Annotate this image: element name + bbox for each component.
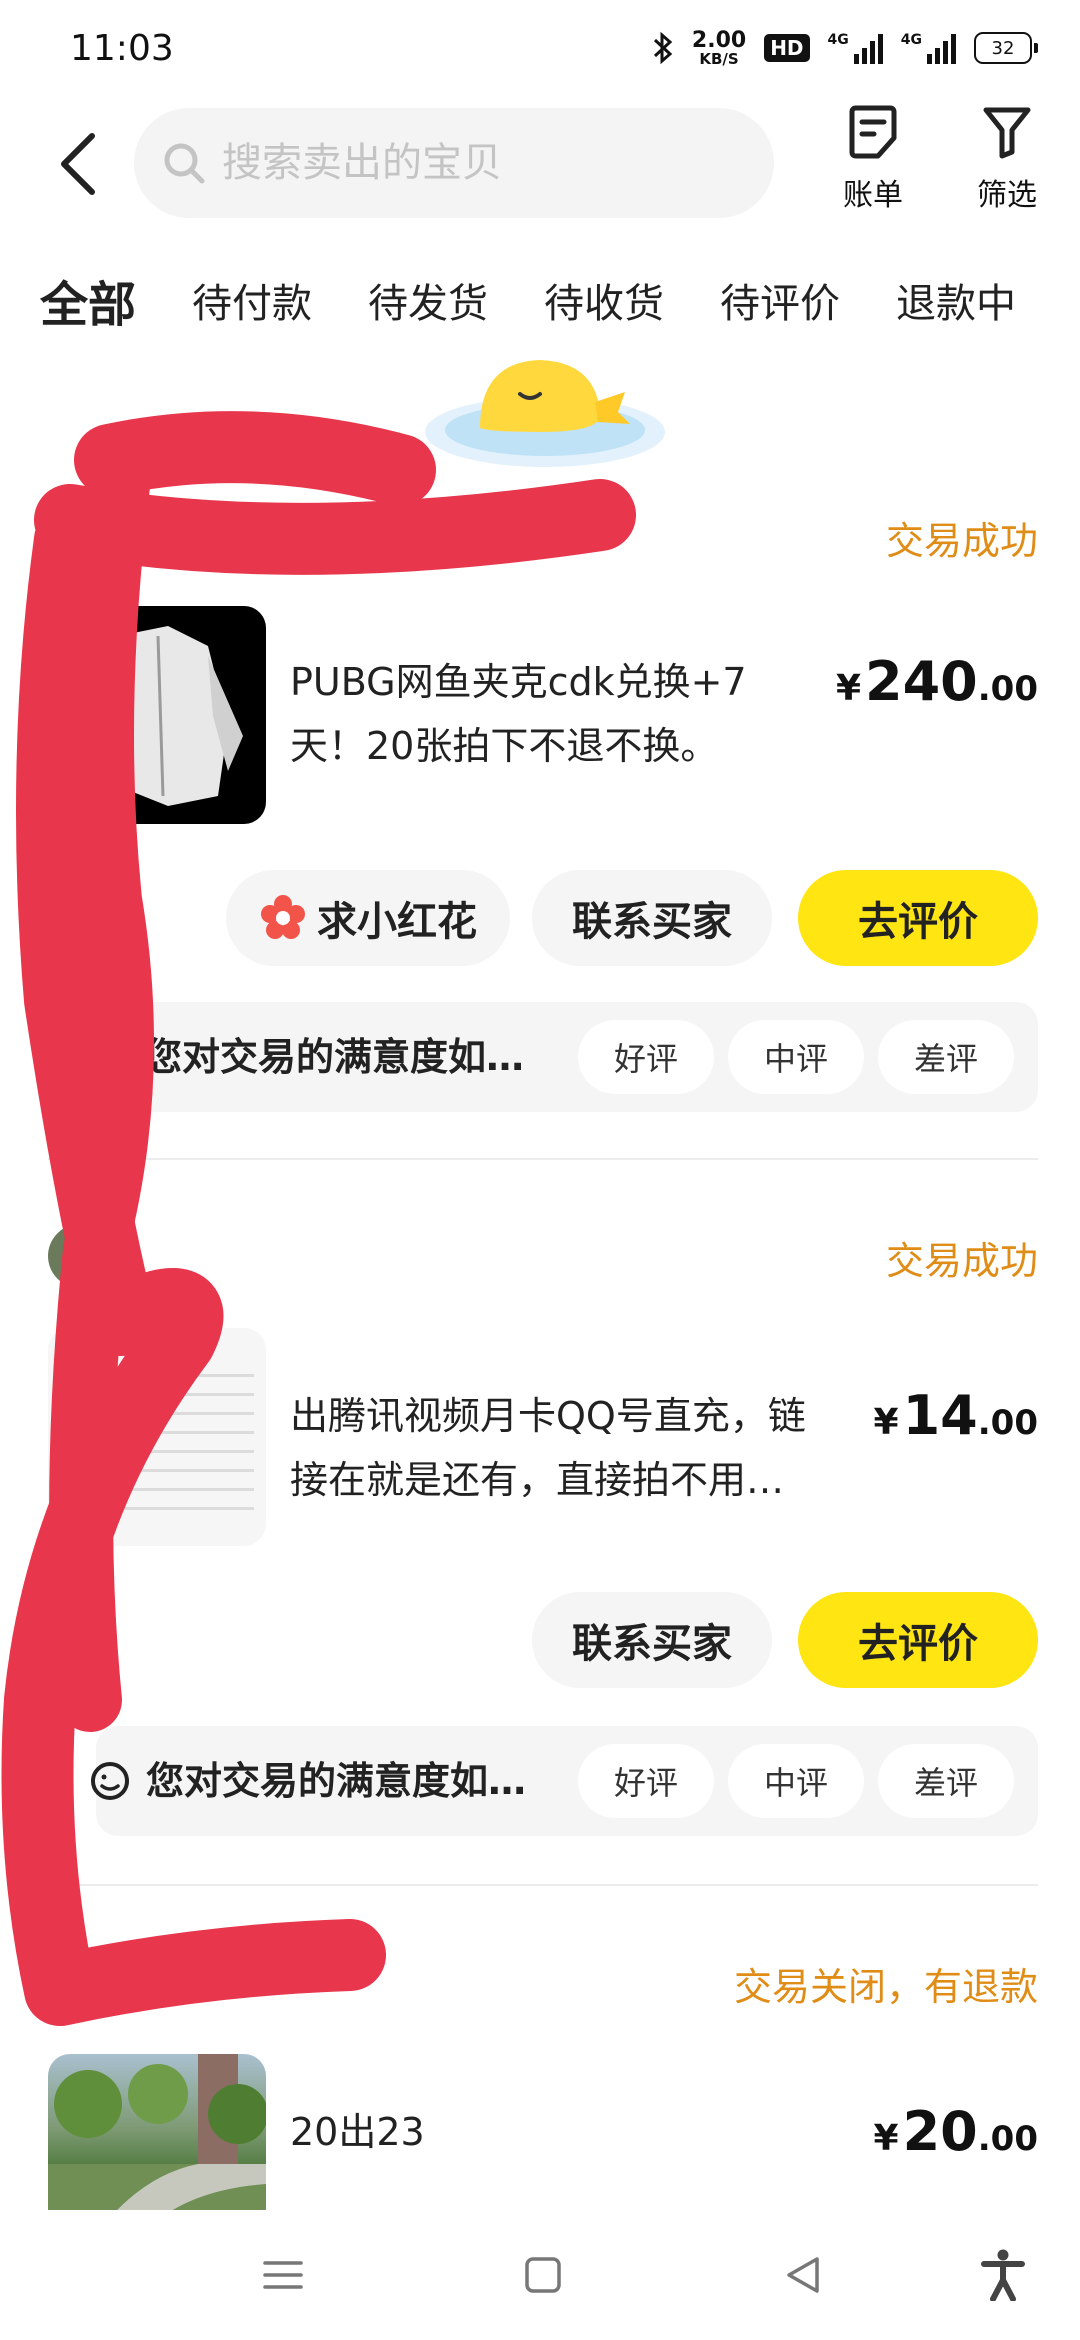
review-label: 去评价 xyxy=(858,899,978,945)
order-tabs: 全部 待付款 待发货 待收货 待评价 退款中 xyxy=(0,250,1080,350)
search-icon xyxy=(164,143,205,184)
product-price: ¥ 20 .00 xyxy=(874,2100,1038,2163)
buyer-avatar[interactable] xyxy=(48,1224,112,1288)
product-price: ¥ 240 .00 xyxy=(836,650,1038,713)
battery-icon: 32 xyxy=(974,32,1038,64)
rate-bad-button[interactable]: 差评 xyxy=(878,1744,1014,1818)
contact-buyer-label: 联系买家 xyxy=(572,899,732,945)
review-label: 去评价 xyxy=(858,1621,978,1667)
ask-flower-button[interactable]: 求小红花 xyxy=(226,870,510,966)
search-input[interactable] xyxy=(222,140,722,186)
sim2-signal-icon: 4G xyxy=(901,32,956,64)
rate-good-button[interactable]: 好评 xyxy=(578,1020,714,1094)
filter-icon xyxy=(983,107,1031,159)
tab-refunding[interactable]: 退款中 xyxy=(896,271,1016,329)
tab-pending-shipment[interactable]: 待发货 xyxy=(368,271,488,329)
price-currency: ¥ xyxy=(873,2118,899,2159)
rate-bad-label: 差评 xyxy=(913,1764,978,1802)
divider xyxy=(48,1158,1038,1160)
status-icons: 2.00 KB/S HD 4G 4G 32 xyxy=(652,27,1038,68)
bluetooth-icon xyxy=(653,31,673,65)
tab-pending-review[interactable]: 待评价 xyxy=(720,271,840,329)
price-currency: ¥ xyxy=(873,1402,899,1443)
divider xyxy=(48,1884,1038,1886)
product-image[interactable] xyxy=(48,2054,266,2220)
price-decimal: .00 xyxy=(977,2119,1038,2159)
tab-all[interactable]: 全部 xyxy=(35,265,141,335)
sim1-label: 4G xyxy=(827,32,849,48)
nav-home-button[interactable] xyxy=(508,2240,578,2310)
net-speed-unit: KB/S xyxy=(699,49,739,68)
status-bar: 11:03 2.00 KB/S HD 4G 4G 32 xyxy=(0,0,1080,96)
order-status: 交易成功 xyxy=(885,519,1038,563)
rate-good-label: 好评 xyxy=(613,1040,678,1078)
nav-menu-button[interactable] xyxy=(248,2240,318,2310)
status-time: 11:03 xyxy=(70,27,174,69)
satisfaction-question: 您对交易的满意度如… xyxy=(144,1035,525,1079)
rate-good-label: 好评 xyxy=(613,1764,678,1802)
chevron-left-icon xyxy=(61,133,95,195)
accessibility-icon xyxy=(981,2249,1025,2301)
back-button[interactable] xyxy=(50,128,106,200)
rate-bad-label: 差评 xyxy=(913,1040,978,1078)
product-price: ¥ 14 .00 xyxy=(874,1384,1038,1447)
park-image xyxy=(48,2054,266,2220)
review-button[interactable]: 去评价 xyxy=(798,1592,1038,1688)
filter-button[interactable]: 筛选 xyxy=(962,104,1052,214)
order-status: 交易成功 xyxy=(885,1239,1038,1283)
satisfaction-bar: 您对交易的满意度如… 好评 中评 差评 xyxy=(91,1726,1038,1836)
triangle-back-icon xyxy=(787,2257,819,2293)
tab-pending-payment[interactable]: 待付款 xyxy=(192,271,312,329)
rate-neutral-button[interactable]: 中评 xyxy=(728,1744,864,1818)
menu-icon xyxy=(263,2261,303,2289)
rate-neutral-button[interactable]: 中评 xyxy=(728,1020,864,1094)
battery-level: 32 xyxy=(991,37,1015,59)
flower-icon xyxy=(261,895,305,939)
rate-neutral-label: 中评 xyxy=(763,1764,828,1802)
contact-buyer-button[interactable]: 联系买家 xyxy=(532,870,772,966)
contact-buyer-button[interactable]: 联系买家 xyxy=(532,1592,772,1688)
product-title[interactable]: 20出23 xyxy=(290,2100,810,2164)
order-card[interactable]: 交易关闭，有退款 20出23 ¥ 20 .00 xyxy=(48,1950,1038,2220)
sim1-signal-icon: 4G xyxy=(828,32,883,64)
bill-label: 账单 xyxy=(843,178,903,213)
bill-icon xyxy=(849,105,897,159)
ask-flower-label: 求小红花 xyxy=(317,899,477,945)
net-speed: 2.00 KB/S xyxy=(691,27,747,68)
review-button[interactable]: 去评价 xyxy=(798,870,1038,966)
filter-label: 筛选 xyxy=(977,178,1037,213)
rate-neutral-label: 中评 xyxy=(763,1040,828,1078)
price-currency: ¥ xyxy=(835,668,862,709)
jacket-image xyxy=(78,626,243,806)
rate-bad-button[interactable]: 差评 xyxy=(878,1020,1014,1094)
product-title[interactable]: PUBG网鱼夹克cdk兑换+7天！20张拍下不退不换。 xyxy=(290,650,810,778)
hd-badge: HD xyxy=(764,34,810,62)
sim2-label: 4G xyxy=(900,32,922,48)
search-box[interactable] xyxy=(134,108,774,218)
header: 账单 筛选 xyxy=(0,100,1080,230)
system-nav-bar xyxy=(0,2210,1080,2340)
mascot-icon xyxy=(425,360,665,467)
product-image[interactable] xyxy=(48,1328,266,1546)
tab-pending-receipt[interactable]: 待收货 xyxy=(544,271,664,329)
price-decimal: .00 xyxy=(977,1403,1038,1443)
price-integer: 20 xyxy=(902,2100,978,2163)
screenshot-lines xyxy=(64,1358,254,1518)
price-integer: 14 xyxy=(902,1384,978,1447)
price-integer: 240 xyxy=(865,650,978,713)
product-title[interactable]: 出腾讯视频月卡QQ号直充，链接在就是还有，直接拍不用… xyxy=(290,1384,810,1512)
order-status: 交易关闭，有退款 xyxy=(733,1965,1038,2009)
smile-icon xyxy=(91,1762,129,1800)
bill-button[interactable]: 账单 xyxy=(828,104,918,214)
nav-back-button[interactable] xyxy=(768,2240,838,2310)
nav-accessibility-button[interactable] xyxy=(968,2240,1038,2310)
net-speed-value: 2.00 xyxy=(691,27,747,53)
square-icon xyxy=(525,2257,561,2293)
satisfaction-bar: 您对交易的满意度如… 好评 中评 差评 xyxy=(96,1002,1038,1112)
satisfaction-question: 您对交易的满意度如… xyxy=(146,1759,527,1803)
product-image[interactable] xyxy=(48,606,266,824)
price-decimal: .00 xyxy=(977,669,1038,709)
contact-buyer-label: 联系买家 xyxy=(572,1621,732,1667)
rate-good-button[interactable]: 好评 xyxy=(578,1744,714,1818)
